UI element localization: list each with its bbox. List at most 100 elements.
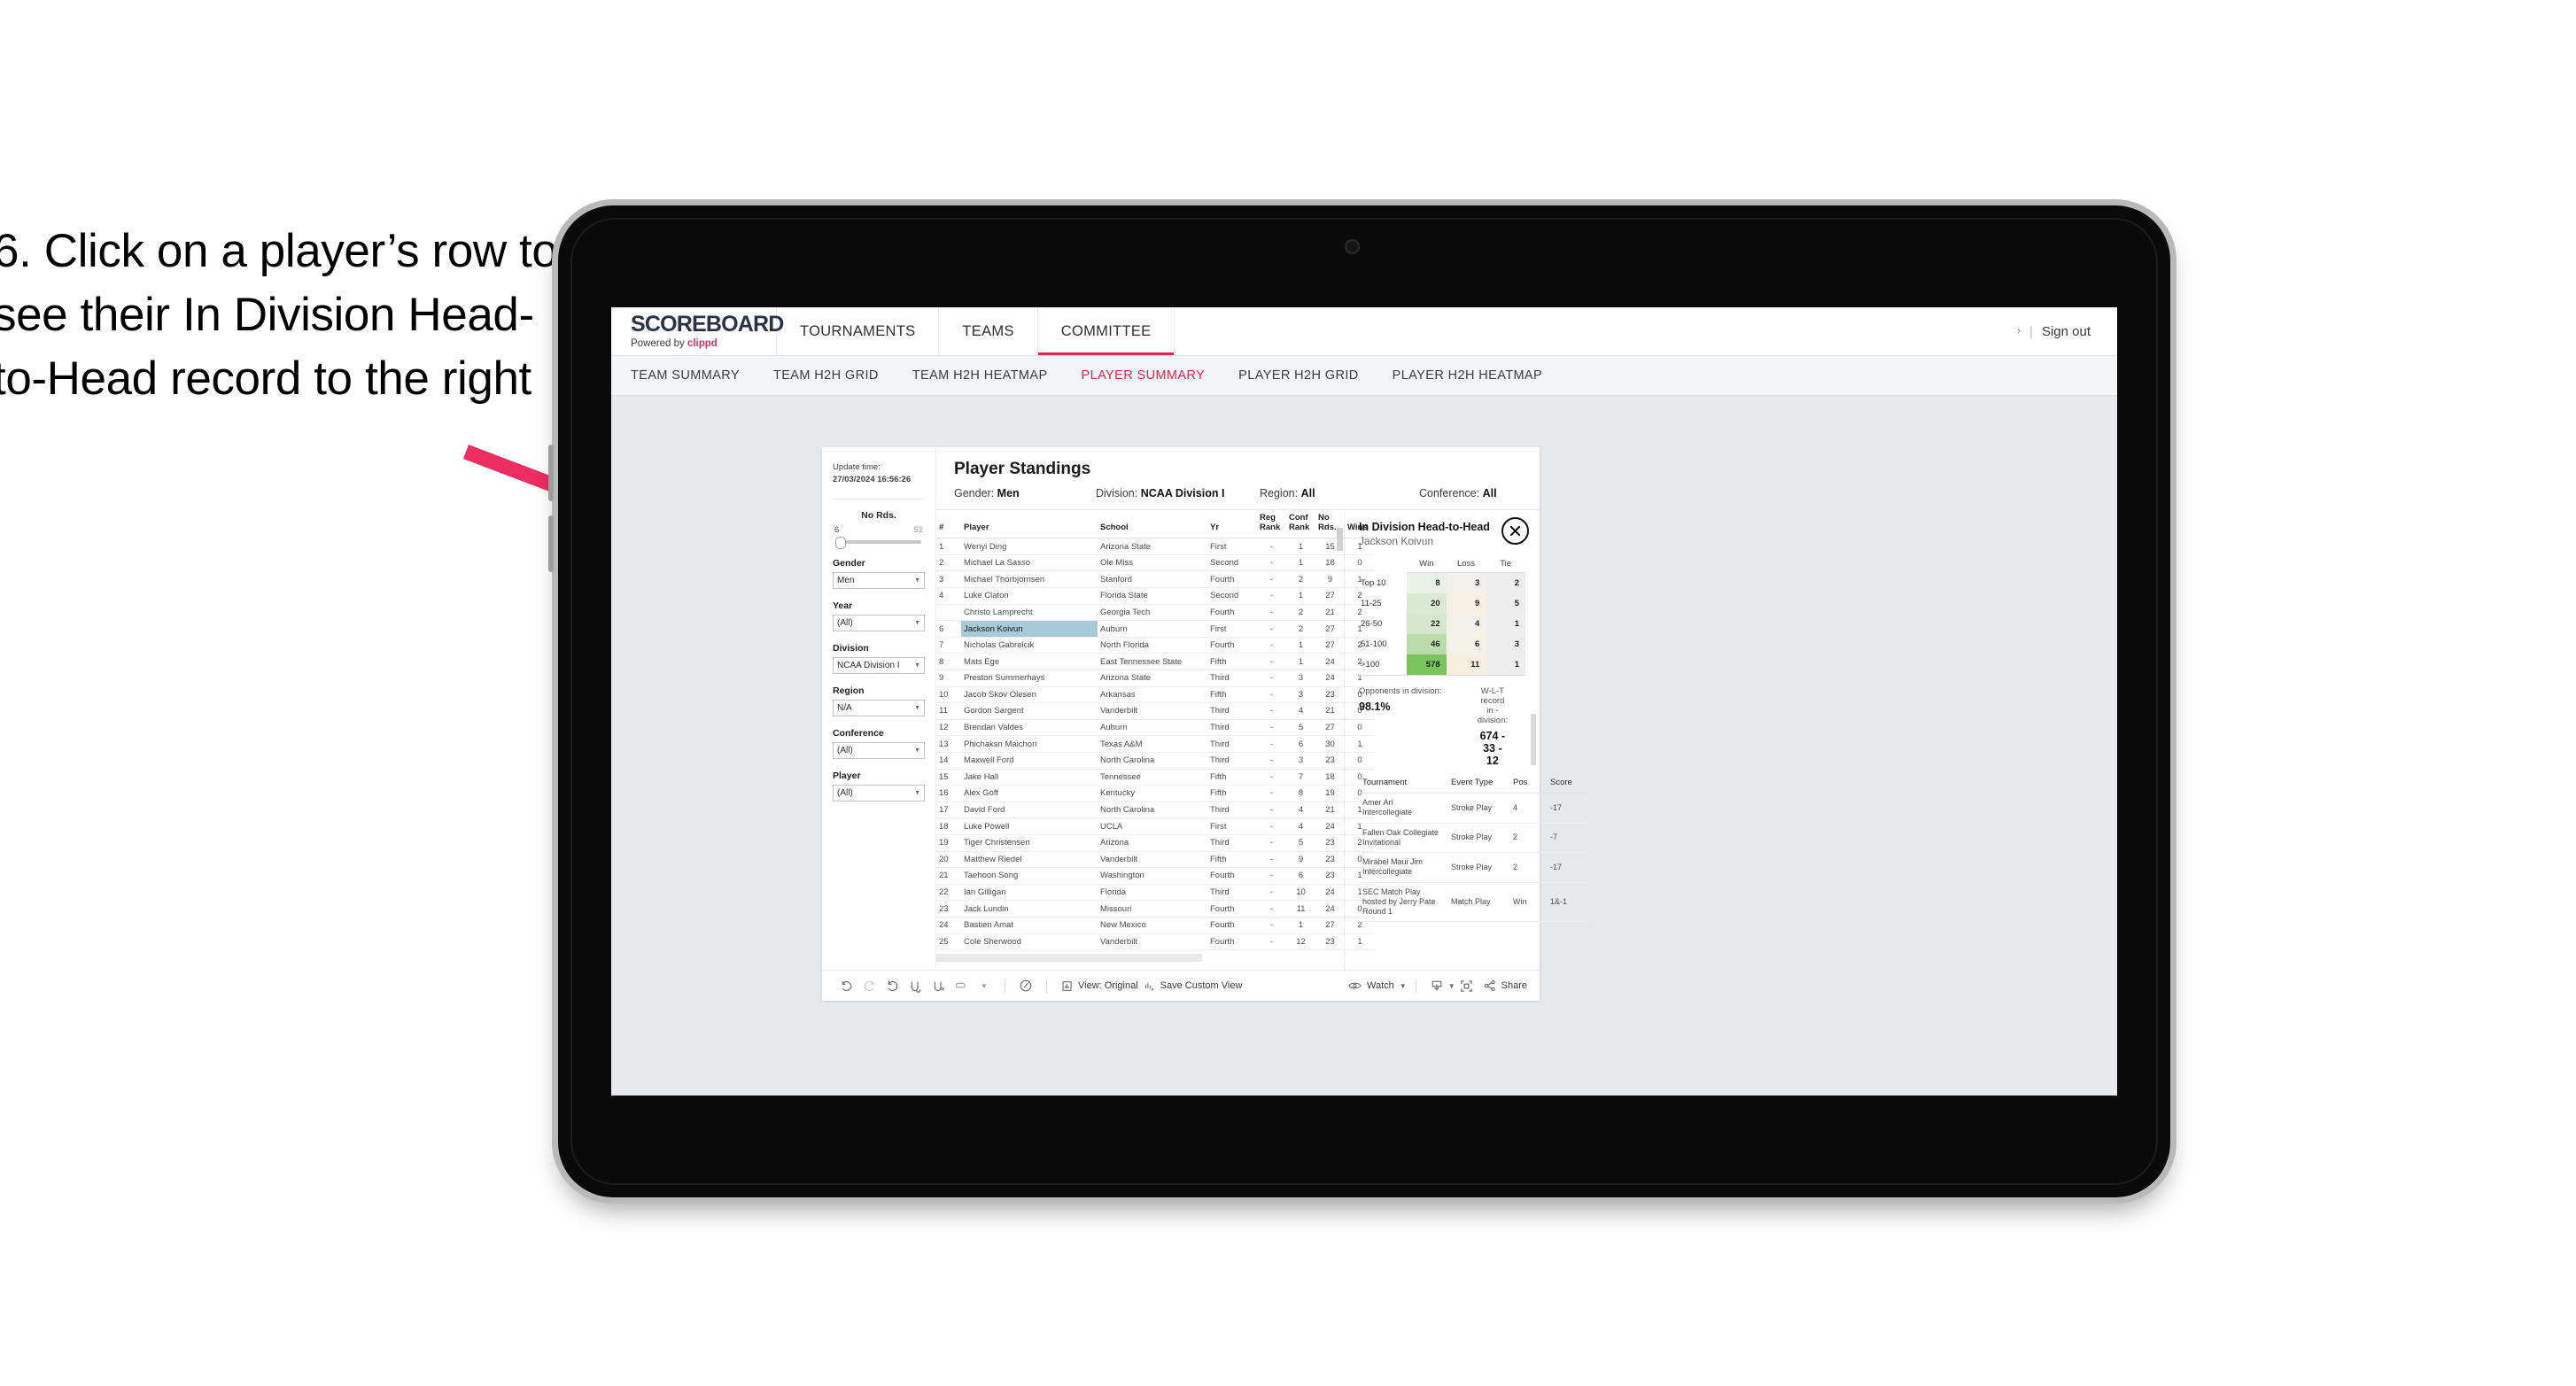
row-player: Gordon Sargent xyxy=(961,702,1098,720)
pause-icon[interactable] xyxy=(927,979,950,993)
row-conf-rank: 1 xyxy=(1286,538,1315,555)
table-row[interactable]: 13 Phichaksn Maichon Texas A&M Third -6 30 1 xyxy=(936,735,1375,753)
dashboard-card: Update time: 27/03/2024 16:56:26 No Rds.… xyxy=(822,447,1589,1001)
subtab-player-h2h-grid[interactable]: PLAYER H2H GRID xyxy=(1238,368,1358,383)
view-original-button[interactable]: View: Original xyxy=(1061,980,1138,992)
watch-button[interactable]: Watch ▼ xyxy=(1348,980,1407,991)
subtab-team-h2h-heatmap[interactable]: TEAM H2H HEATMAP xyxy=(912,368,1048,383)
performance-icon[interactable] xyxy=(1014,979,1037,993)
criteria-bar: Gender: Men Division: NCAA Division I Re… xyxy=(936,487,1540,509)
row-year: Fifth xyxy=(1207,851,1257,869)
table-row[interactable]: 10 Jacob Skov Olesen Arkansas Fifth -3 23 0 xyxy=(936,686,1375,704)
col-year[interactable]: Yr xyxy=(1207,510,1257,539)
table-row[interactable]: 25 Cole Sherwood Vanderbilt Fourth -12 23 1 xyxy=(936,933,1375,951)
row-year: First xyxy=(1207,817,1257,835)
tournament-row[interactable]: Amer Ari Intercollegiate Stroke Play 4 -17 xyxy=(1359,793,1589,824)
share-button[interactable]: Share xyxy=(1484,979,1527,992)
volume-down-button[interactable] xyxy=(548,515,554,572)
row-school: Auburn xyxy=(1098,719,1207,737)
table-row[interactable]: 19 Tiger Christensen Arizona Third -5 23 2 xyxy=(936,834,1375,852)
filter-conference-select[interactable]: (All) ▼ xyxy=(833,741,925,759)
tournament-pos: 2 xyxy=(1509,852,1547,883)
table-horizontal-scrollbar[interactable] xyxy=(936,954,1202,963)
sign-out-link[interactable]: Sign out xyxy=(2042,324,2091,339)
nav-tab-tournaments[interactable]: TOURNAMENTS xyxy=(777,307,940,355)
col-rank[interactable]: # xyxy=(936,510,961,539)
table-row[interactable]: 15 Jake Hall Tennessee Fifth -7 18 0 xyxy=(936,769,1375,786)
volume-up-button[interactable] xyxy=(548,445,554,501)
criteria-value: NCAA Division I xyxy=(1140,487,1225,499)
table-row[interactable]: 18 Luke Powell UCLA First -4 24 1 xyxy=(936,817,1375,835)
col-school[interactable]: School xyxy=(1098,510,1207,539)
table-row[interactable]: 20 Matthew Riedel Vanderbilt Fifth -9 23 0 xyxy=(936,851,1375,869)
table-row[interactable]: 16 Alex Goff Kentucky Fifth -8 19 0 xyxy=(936,785,1375,802)
col-player[interactable]: Player xyxy=(961,510,1098,539)
subtab-team-h2h-grid[interactable]: TEAM H2H GRID xyxy=(773,368,879,383)
col-reg-rank[interactable]: Reg Rank xyxy=(1257,510,1286,539)
tournament-name: Mirabel Maui Jim Intercollegiate xyxy=(1359,852,1447,883)
close-icon[interactable] xyxy=(1501,517,1529,545)
table-row[interactable]: 4 Luke Claton Florida State Second -1 27 2 xyxy=(936,587,1375,605)
filter-region-select[interactable]: N/A ▼ xyxy=(833,699,925,716)
row-conf-rank: 6 xyxy=(1286,735,1315,753)
undo-icon[interactable] xyxy=(834,979,857,993)
subtab-player-summary[interactable]: PLAYER SUMMARY xyxy=(1082,368,1206,383)
table-row[interactable]: 7 Nicholas Gabrelcik North Florida Fourth -1… xyxy=(936,637,1375,654)
filter-label: Conference xyxy=(833,727,884,739)
subtab-player-h2h-heatmap[interactable]: PLAYER H2H HEATMAP xyxy=(1393,368,1542,383)
col-conf-rank[interactable]: Conf Rank xyxy=(1286,510,1315,539)
row-conf-rank: 8 xyxy=(1286,785,1315,802)
dropdown-caret-icon[interactable]: ▼ xyxy=(973,982,996,990)
no-rounds-slider[interactable]: No Rds. 6 52 xyxy=(833,510,925,549)
table-row[interactable]: 3 Michael Thorbjornsen Stanford Fourth -2 9 1 xyxy=(936,570,1375,589)
table-row[interactable]: 24 Bastien Amat New Mexico Fourth -1 27 2 xyxy=(936,917,1375,934)
filter-division-select[interactable]: NCAA Division I ▼ xyxy=(833,656,925,674)
bottom-toolbar: ▼ View: Original Save Custom View Watch … xyxy=(822,970,1540,1001)
download-button[interactable]: ▼ xyxy=(1431,979,1455,992)
tournament-row[interactable]: Mirabel Maui Jim Intercollegiate Stroke P… xyxy=(1359,852,1589,883)
table-row[interactable]: 11 Gordon Sargent Vanderbilt Third -4 21 0 xyxy=(936,702,1375,720)
filter-gender-select[interactable]: Men ▼ xyxy=(833,571,925,589)
table-row[interactable]: 1 Wenyi Ding Arizona State First -1 15 1 xyxy=(936,538,1375,555)
filter-player-select[interactable]: (All) ▼ xyxy=(833,784,925,801)
subtab-team-summary[interactable]: TEAM SUMMARY xyxy=(631,368,740,383)
fullscreen-icon[interactable] xyxy=(1455,979,1478,993)
table-row[interactable]: Christo Lamprecht Georgia Tech Fourth -2 21 2 xyxy=(936,604,1375,622)
table-row[interactable]: 8 Mats Ege East Tennessee State Fifth -1 24 2 xyxy=(936,653,1375,670)
nav-tab-committee[interactable]: COMMITTEE xyxy=(1037,307,1175,355)
highlight-icon[interactable] xyxy=(950,979,973,993)
tournament-scrollbar[interactable] xyxy=(1531,714,1536,765)
row-school: Georgia Tech xyxy=(1098,604,1207,622)
slider-handle[interactable] xyxy=(835,536,846,549)
heatmap-cell-win: 578 xyxy=(1407,654,1447,676)
row-school: Vanderbilt xyxy=(1098,702,1207,720)
user-caret-icon[interactable]: › xyxy=(2017,326,2021,337)
filter-year-select[interactable]: (All) ▼ xyxy=(833,614,925,631)
row-no-rds: 9 xyxy=(1315,570,1345,589)
refresh-icon[interactable] xyxy=(904,979,927,993)
table-row[interactable]: 22 Ian Gilligan Florida Third -10 24 1 xyxy=(936,884,1375,902)
nav-tab-teams[interactable]: TEAMS xyxy=(939,307,1038,355)
row-school: Vanderbilt xyxy=(1098,851,1207,869)
table-row[interactable]: 23 Jack Lundin Missouri Fourth -11 24 0 xyxy=(936,900,1375,918)
row-year: Fourth xyxy=(1207,637,1257,654)
table-vertical-scrollbar[interactable] xyxy=(1337,528,1343,551)
row-player: Ian Gilligan xyxy=(961,884,1098,902)
redo-icon[interactable] xyxy=(857,979,881,993)
table-row[interactable]: 9 Preston Summerhays Arizona State Third -3 2… xyxy=(936,670,1375,687)
table-row[interactable]: 2 Michael La Sasso Ole Miss Second -1 18 0 xyxy=(936,554,1375,572)
table-row[interactable]: 21 Taehoon Song Washington Fourth -6 23 1 xyxy=(936,867,1375,885)
tournament-row[interactable]: SEC Match Play hosted by Jerry Pate Roun… xyxy=(1359,882,1589,923)
table-row[interactable]: 14 Maxwell Ford North Carolina Third -3 23 0 xyxy=(936,752,1375,770)
table-row[interactable]: 12 Brendan Valdes Auburn Third -5 27 0 xyxy=(936,719,1375,737)
tournament-row[interactable]: Fallen Oak Collegiate Invitational Stroke… xyxy=(1359,823,1589,853)
table-row[interactable]: 6 Jackson Koivun Auburn First -2 27 1 xyxy=(936,620,1375,638)
save-custom-view-button[interactable]: Save Custom View xyxy=(1144,980,1242,992)
slider-track[interactable] xyxy=(835,536,921,549)
row-no-rds: 21 xyxy=(1315,702,1345,720)
revert-icon[interactable] xyxy=(881,979,904,993)
criteria-value: All xyxy=(1482,487,1497,499)
app-logo[interactable]: SCOREBOARD Powered by clippd xyxy=(611,307,784,355)
table-row[interactable]: 17 David Ford North Carolina Third -4 21 1 xyxy=(936,801,1375,819)
row-year: Third xyxy=(1207,735,1257,753)
